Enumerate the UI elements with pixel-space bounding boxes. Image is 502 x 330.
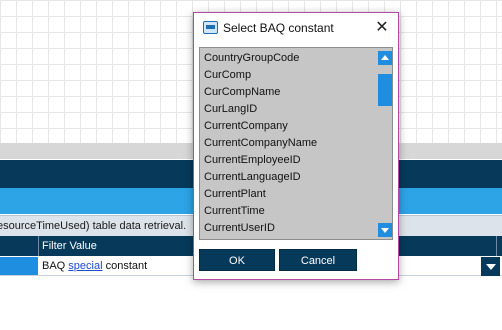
info-text: esourceTimeUsed) table data retrieval. xyxy=(0,220,187,232)
dialog-title: Select BAQ constant xyxy=(223,21,334,35)
cancel-button[interactable]: Cancel xyxy=(279,249,357,271)
list-item[interactable]: CurrentPlant xyxy=(200,186,376,203)
constants-list: CountryGroupCode CurComp CurCompName Cur… xyxy=(200,50,376,237)
filter-value-cell[interactable]: BAQ special constant xyxy=(39,257,147,275)
chevron-down-icon[interactable] xyxy=(481,257,500,276)
list-item[interactable]: CurrentTime xyxy=(200,203,376,220)
ok-button[interactable]: OK xyxy=(199,249,275,271)
list-item[interactable]: CurrentLanguageID xyxy=(200,169,376,186)
list-item[interactable]: CurComp xyxy=(200,67,376,84)
select-baq-constant-dialog: Select BAQ constant ✕ CountryGroupCode C… xyxy=(193,12,399,280)
vertical-scrollbar[interactable] xyxy=(377,48,392,239)
special-link[interactable]: special xyxy=(68,260,102,272)
list-item[interactable]: CurrentCompany xyxy=(200,118,376,135)
list-item[interactable]: CurLangID xyxy=(200,101,376,118)
list-item[interactable]: CurCompName xyxy=(200,84,376,101)
row-selector[interactable] xyxy=(0,257,38,275)
close-button[interactable]: ✕ xyxy=(372,18,392,38)
cell-prefix: BAQ xyxy=(42,260,66,272)
list-item[interactable]: CurrentUserID xyxy=(200,220,376,237)
column-separator[interactable] xyxy=(496,236,497,256)
column-separator[interactable] xyxy=(38,236,39,256)
dialog-titlebar[interactable]: Select BAQ constant ✕ xyxy=(194,13,398,43)
scroll-down-icon[interactable] xyxy=(378,223,392,237)
constants-listbox[interactable]: CountryGroupCode CurComp CurCompName Cur… xyxy=(199,47,393,240)
window-icon xyxy=(203,21,218,34)
cell-suffix: constant xyxy=(105,260,148,272)
column-header-filter-value[interactable]: Filter Value xyxy=(42,236,97,256)
scroll-thumb[interactable] xyxy=(378,74,392,106)
list-item[interactable]: CurrentCompanyName xyxy=(200,135,376,152)
list-item[interactable]: CurrentEmployeeID xyxy=(200,152,376,169)
scroll-up-icon[interactable] xyxy=(378,51,392,65)
list-item[interactable]: CountryGroupCode xyxy=(200,50,376,67)
